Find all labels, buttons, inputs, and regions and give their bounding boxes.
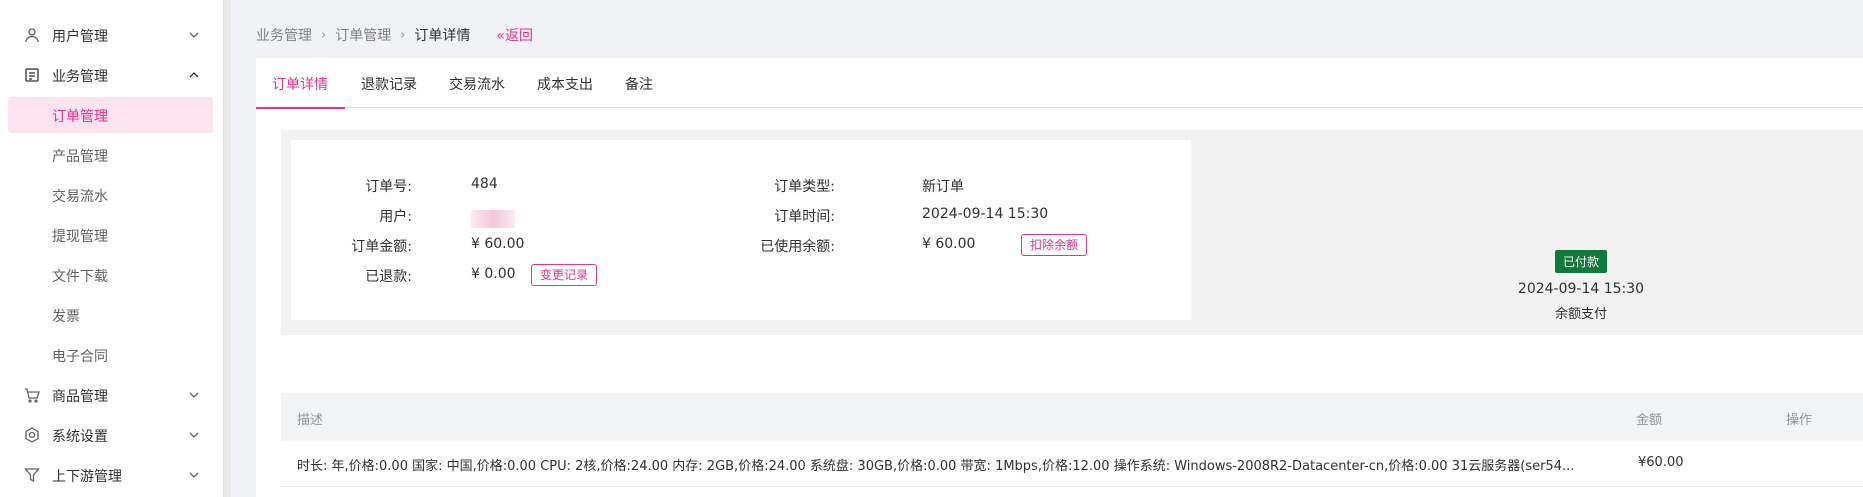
filter-icon [24, 468, 40, 483]
row-description: 时长: 年,价格:0.00 国家: 中国,价格:0.00 CPU: 2核,价格:… [297, 459, 1575, 474]
payment-status: 已付款 2024-09-14 15:30 余额支付 [1481, 250, 1681, 322]
sidebar-group-system-settings[interactable]: 系统设置 [0, 415, 223, 455]
payment-time: 2024-09-14 15:30 [1517, 281, 1645, 297]
gear-icon [25, 427, 39, 443]
row-amount: ¥60.00 [1638, 455, 1684, 470]
sidebar-item-label: 产品管理 [52, 149, 108, 165]
chevron-down-icon [189, 472, 199, 478]
user-value-redacted [471, 210, 515, 228]
sidebar-group-label: 上下游管理 [52, 469, 122, 485]
sidebar-item-label: 发票 [52, 309, 80, 325]
order-info-box: 订单号: 484 用户: 订单金额: ¥ 60.00 已退款: ¥ 0.00 变… [291, 140, 1191, 320]
order-time-value: 2024-09-14 15:30 [922, 206, 1049, 222]
order-type-label: 订单类型: [774, 179, 835, 195]
breadcrumb: 业务管理 › 订单管理 › 订单详情 «返回 [256, 25, 533, 45]
sidebar-item-label: 交易流水 [52, 189, 108, 205]
user-label: 用户: [379, 209, 412, 225]
column-header-amount: 金额 [1636, 413, 1663, 428]
sidebar-item-order-management[interactable]: 订单管理 [8, 97, 213, 133]
tab-refund-records[interactable]: 退款记录 [345, 58, 433, 108]
sidebar-item-label: 电子合同 [52, 349, 108, 365]
back-link[interactable]: «返回 [496, 25, 533, 45]
change-log-button[interactable]: 变更记录 [531, 264, 598, 286]
order-info-section: 订单号: 484 用户: 订单金额: ¥ 60.00 已退款: ¥ 0.00 变… [281, 130, 1863, 335]
order-detail-card: 订单详情 退款记录 交易流水 成本支出 备注 订单号: 484 用户: 订单金额… [256, 58, 1863, 497]
order-no-value: 484 [471, 176, 498, 192]
chevron-down-icon [189, 432, 199, 438]
tab-bar: 订单详情 退款记录 交易流水 成本支出 备注 [256, 58, 1863, 109]
order-time-label: 订单时间: [774, 209, 835, 225]
order-amount-label: 订单金额: [351, 239, 412, 255]
sidebar-item-invoice[interactable]: 发票 [8, 297, 213, 333]
cart-icon [25, 388, 40, 403]
sidebar-item-product-management[interactable]: 产品管理 [8, 137, 213, 173]
sidebar-item-label: 提现管理 [52, 229, 108, 245]
sidebar-group-business-management[interactable]: 业务管理 [0, 55, 223, 95]
table-header: 描述 金额 操作 [281, 393, 1863, 441]
sidebar-scrollbar[interactable] [223, 0, 231, 497]
order-amount-value: ¥ 60.00 [471, 236, 525, 252]
breadcrumb-item-business[interactable]: 业务管理 [256, 25, 312, 45]
deduct-balance-button[interactable]: 扣除余额 [1021, 234, 1088, 256]
sidebar-item-withdrawal-management[interactable]: 提现管理 [8, 217, 213, 253]
sidebar-item-label: 订单管理 [52, 109, 108, 125]
payment-method: 余额支付 [1554, 307, 1607, 322]
sidebar-group-label: 业务管理 [52, 69, 108, 85]
chevron-down-icon [189, 32, 199, 38]
status-badge: 已付款 [1554, 250, 1607, 273]
column-header-action: 操作 [1786, 413, 1813, 428]
refunded-label: 已退款: [365, 269, 412, 285]
sidebar-group-label: 用户管理 [52, 29, 108, 45]
tab-notes[interactable]: 备注 [609, 58, 669, 108]
breadcrumb-separator: › [321, 27, 327, 43]
chevron-up-icon [189, 72, 199, 78]
sidebar-group-label: 系统设置 [52, 429, 108, 445]
breadcrumb-item-order[interactable]: 订单管理 [335, 25, 391, 45]
breadcrumb-item-current: 订单详情 [414, 28, 471, 44]
tab-order-detail[interactable]: 订单详情 [256, 58, 345, 109]
order-type-value: 新订单 [922, 179, 964, 195]
tab-cost-expense[interactable]: 成本支出 [521, 58, 609, 108]
balance-used-label: 已使用余额: [760, 239, 835, 255]
user-icon [25, 28, 39, 43]
sidebar-group-label: 商品管理 [52, 389, 108, 405]
table-row: 时长: 年,价格:0.00 国家: 中国,价格:0.00 CPU: 2核,价格:… [281, 441, 1863, 487]
sidebar-item-e-contract[interactable]: 电子合同 [8, 337, 213, 373]
document-list-icon [25, 68, 39, 82]
breadcrumb-separator: › [400, 27, 406, 43]
balance-used-value: ¥ 60.00 [922, 236, 976, 252]
sidebar-item-file-download[interactable]: 文件下载 [8, 257, 213, 293]
sidebar-item-transactions[interactable]: 交易流水 [8, 177, 213, 213]
column-header-description: 描述 [297, 413, 324, 428]
chevron-down-icon [189, 392, 199, 398]
sidebar-item-label: 文件下载 [52, 269, 108, 285]
sidebar-group-goods-management[interactable]: 商品管理 [0, 375, 223, 415]
sidebar-group-user-management[interactable]: 用户管理 [0, 15, 223, 55]
sidebar-group-upstream-downstream[interactable]: 上下游管理 [0, 455, 223, 495]
refunded-value: ¥ 0.00 [471, 266, 516, 282]
sidebar: 用户管理 业务管理 订单管理 产品管理 交易流水 提现管理 文件下载 发票 电子… [0, 0, 223, 497]
order-no-label: 订单号: [365, 179, 412, 195]
tab-transactions[interactable]: 交易流水 [433, 58, 521, 108]
